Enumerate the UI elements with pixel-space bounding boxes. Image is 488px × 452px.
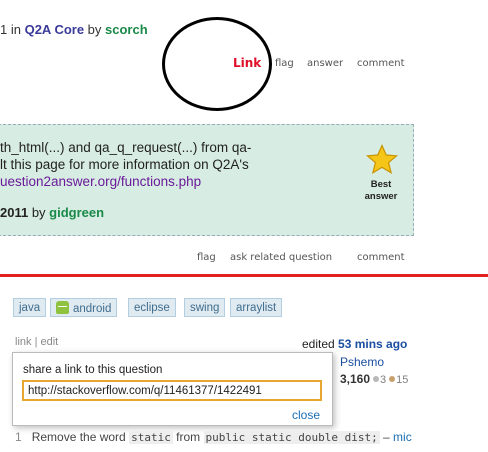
reputation-score: 3,160 bbox=[340, 372, 371, 386]
tag-swing[interactable]: swing bbox=[184, 298, 226, 317]
comment-button[interactable]: comment bbox=[357, 58, 405, 69]
answer-line-1: th_html(...) and qa_q_request(...) from … bbox=[0, 140, 252, 155]
share-link-button[interactable]: link bbox=[15, 336, 32, 348]
share-url-input[interactable] bbox=[22, 380, 322, 401]
comment-row: 1 Remove the word static from public stat… bbox=[15, 430, 412, 444]
flag-button[interactable]: flag bbox=[275, 58, 294, 69]
tag-eclipse[interactable]: eclipse bbox=[128, 298, 176, 317]
comment-code-static: static bbox=[129, 431, 173, 444]
silver-badge-count: 3 bbox=[380, 374, 387, 386]
comment-author-link[interactable]: mic bbox=[393, 430, 412, 444]
answer-by: by bbox=[28, 205, 50, 220]
share-close-button[interactable]: close bbox=[292, 408, 320, 422]
ask-related-button[interactable]: ask related question bbox=[230, 252, 332, 263]
answer-button[interactable]: answer bbox=[307, 58, 343, 69]
divider-line bbox=[0, 274, 488, 277]
editor-name-link[interactable]: Pshemo bbox=[340, 355, 384, 369]
editor-reputation: 3,160 3 15 bbox=[340, 372, 408, 386]
question-meta: 1 in Q2A Core by scorch bbox=[0, 22, 148, 37]
answer-comment-button[interactable]: comment bbox=[357, 252, 405, 263]
edited-label: edited bbox=[302, 337, 339, 351]
edited-info: edited 53 mins ago bbox=[302, 337, 407, 351]
android-icon bbox=[56, 301, 69, 314]
link-button[interactable]: Link bbox=[233, 56, 261, 70]
best-answer-star-icon[interactable] bbox=[366, 144, 398, 176]
comment-text-pre: Remove the word bbox=[31, 430, 130, 444]
comment-code-declaration: public static double dist; bbox=[203, 431, 380, 444]
best-answer-label: Best answer bbox=[364, 179, 398, 202]
post-menu-separator: | bbox=[31, 336, 41, 348]
answer-link-functions[interactable]: uestion2answer.org/functions.php bbox=[0, 174, 201, 189]
answer-meta: 2011 by gidgreen bbox=[0, 205, 104, 220]
bronze-badge-icon bbox=[389, 376, 396, 382]
question-author-link[interactable]: scorch bbox=[105, 22, 148, 37]
edited-time-link[interactable]: 53 mins ago bbox=[338, 337, 407, 351]
meta-by: by bbox=[84, 22, 106, 37]
answer-year: 2011 bbox=[0, 205, 29, 220]
answer-author-link[interactable]: gidgreen bbox=[49, 205, 104, 220]
comment-text-mid: from bbox=[172, 430, 204, 444]
comment-vote-count: 1 bbox=[15, 430, 22, 444]
edit-button[interactable]: edit bbox=[41, 336, 59, 348]
meta-prefix: 1 in bbox=[0, 22, 25, 37]
tag-arraylist[interactable]: arraylist bbox=[230, 298, 283, 317]
tag-android-label: android bbox=[73, 303, 112, 315]
post-menu: link | edit bbox=[15, 336, 58, 348]
category-link[interactable]: Q2A Core bbox=[25, 22, 84, 37]
answer-flag-button[interactable]: flag bbox=[197, 252, 216, 263]
tag-android[interactable]: android bbox=[50, 298, 118, 317]
comment-text-post: – bbox=[379, 430, 394, 444]
silver-badge-icon bbox=[373, 376, 380, 382]
share-popup-title: share a link to this question bbox=[23, 364, 163, 376]
tag-java[interactable]: java bbox=[13, 298, 47, 317]
answer-line-2: lt this page for more information on Q2A… bbox=[0, 157, 249, 172]
bronze-badge-count: 15 bbox=[396, 374, 409, 386]
